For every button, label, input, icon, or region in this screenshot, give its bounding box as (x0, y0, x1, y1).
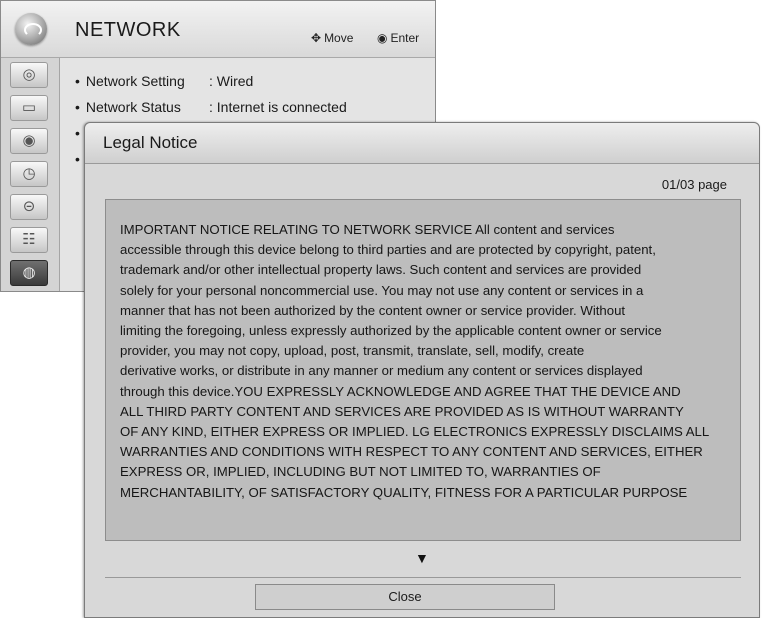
picture-icon[interactable]: ◎ (10, 62, 48, 88)
network-status-row[interactable]: • Network Status : Internet is connected (75, 99, 347, 115)
menu-logo-icon (15, 13, 47, 45)
network-setting-label: Network Setting (85, 73, 185, 89)
notice-line: accessible through this device belong to… (120, 242, 656, 258)
notice-line: WARRANTIES AND CONDITIONS WITH RESPECT T… (120, 444, 703, 460)
network-setting-row[interactable]: • Network Setting : Wired (75, 73, 253, 89)
menu-header: NETWORK ✥ Move ◉ Enter (1, 1, 435, 58)
lock-icon[interactable]: ⊝ (10, 194, 48, 220)
page-indicator: 01/03 page (661, 177, 727, 192)
notice-line: EXPRESS OR, IMPLIED, INCLUDING BUT NOT L… (120, 464, 601, 480)
notice-line: ALL THIRD PARTY CONTENT AND SERVICES ARE… (120, 403, 684, 419)
notice-text-box[interactable]: IMPORTANT NOTICE RELATING TO NETWORK SER… (105, 199, 741, 541)
legal-notice-dialog: Legal Notice 01/03 page IMPORTANT NOTICE… (84, 122, 760, 618)
notice-line: MERCHANTABILITY, OF SATISFACTORY QUALITY… (120, 484, 688, 500)
notice-line: IMPORTANT NOTICE RELATING TO NETWORK SER… (120, 222, 615, 237)
move-hint: ✥ Move (311, 31, 353, 45)
screen-icon[interactable]: ▭ (10, 95, 48, 121)
network-setting-value: : Wired (209, 73, 254, 89)
notice-line: manner that has not been authorized by t… (120, 302, 626, 318)
notice-line: provider, you may not copy, upload, post… (120, 343, 585, 359)
notice-line: derivative works, or distribute in any m… (120, 363, 643, 379)
menu-sidebar: ◎ ▭ ◉ ◷ ⊝ ☷ ◍ (1, 58, 60, 291)
enter-button-icon: ◉ (377, 31, 388, 45)
bullet: • (75, 73, 80, 89)
notice-line: solely for your personal noncommercial u… (120, 282, 644, 298)
audio-icon[interactable]: ◉ (10, 128, 48, 154)
divider (105, 577, 741, 578)
enter-hint: ◉ Enter (377, 31, 419, 45)
notice-line: OF ANY KIND, EITHER EXPRESS OR IMPLIED. … (120, 424, 710, 440)
hidden-row-bullet: • (75, 151, 80, 167)
option-icon[interactable]: ☷ (10, 227, 48, 253)
network-status-label: Network Status (85, 99, 181, 115)
move-hint-label: Move (324, 31, 354, 45)
close-button[interactable]: Close (255, 584, 555, 610)
dialog-header: Legal Notice (85, 123, 759, 164)
scroll-down-arrow-icon[interactable]: ▼ (415, 550, 429, 566)
notice-line: through this device.YOU EXPRESSLY ACKNOW… (120, 383, 681, 399)
time-icon[interactable]: ◷ (10, 161, 48, 187)
network-status-value: : Internet is connected (209, 99, 347, 115)
network-icon[interactable]: ◍ (10, 260, 48, 286)
notice-line: trademark and/or other intellectual prop… (120, 262, 642, 278)
bullet: • (75, 99, 80, 115)
menu-title: NETWORK (75, 19, 181, 41)
dialog-title: Legal Notice (103, 133, 198, 152)
move-arrows-icon: ✥ (311, 31, 322, 45)
notice-line: limiting the foregoing, unless expressly… (120, 323, 662, 339)
hidden-row-bullet: • (75, 125, 80, 141)
enter-hint-label: Enter (390, 31, 420, 45)
notice-text: IMPORTANT NOTICE RELATING TO NETWORK SER… (120, 220, 732, 503)
